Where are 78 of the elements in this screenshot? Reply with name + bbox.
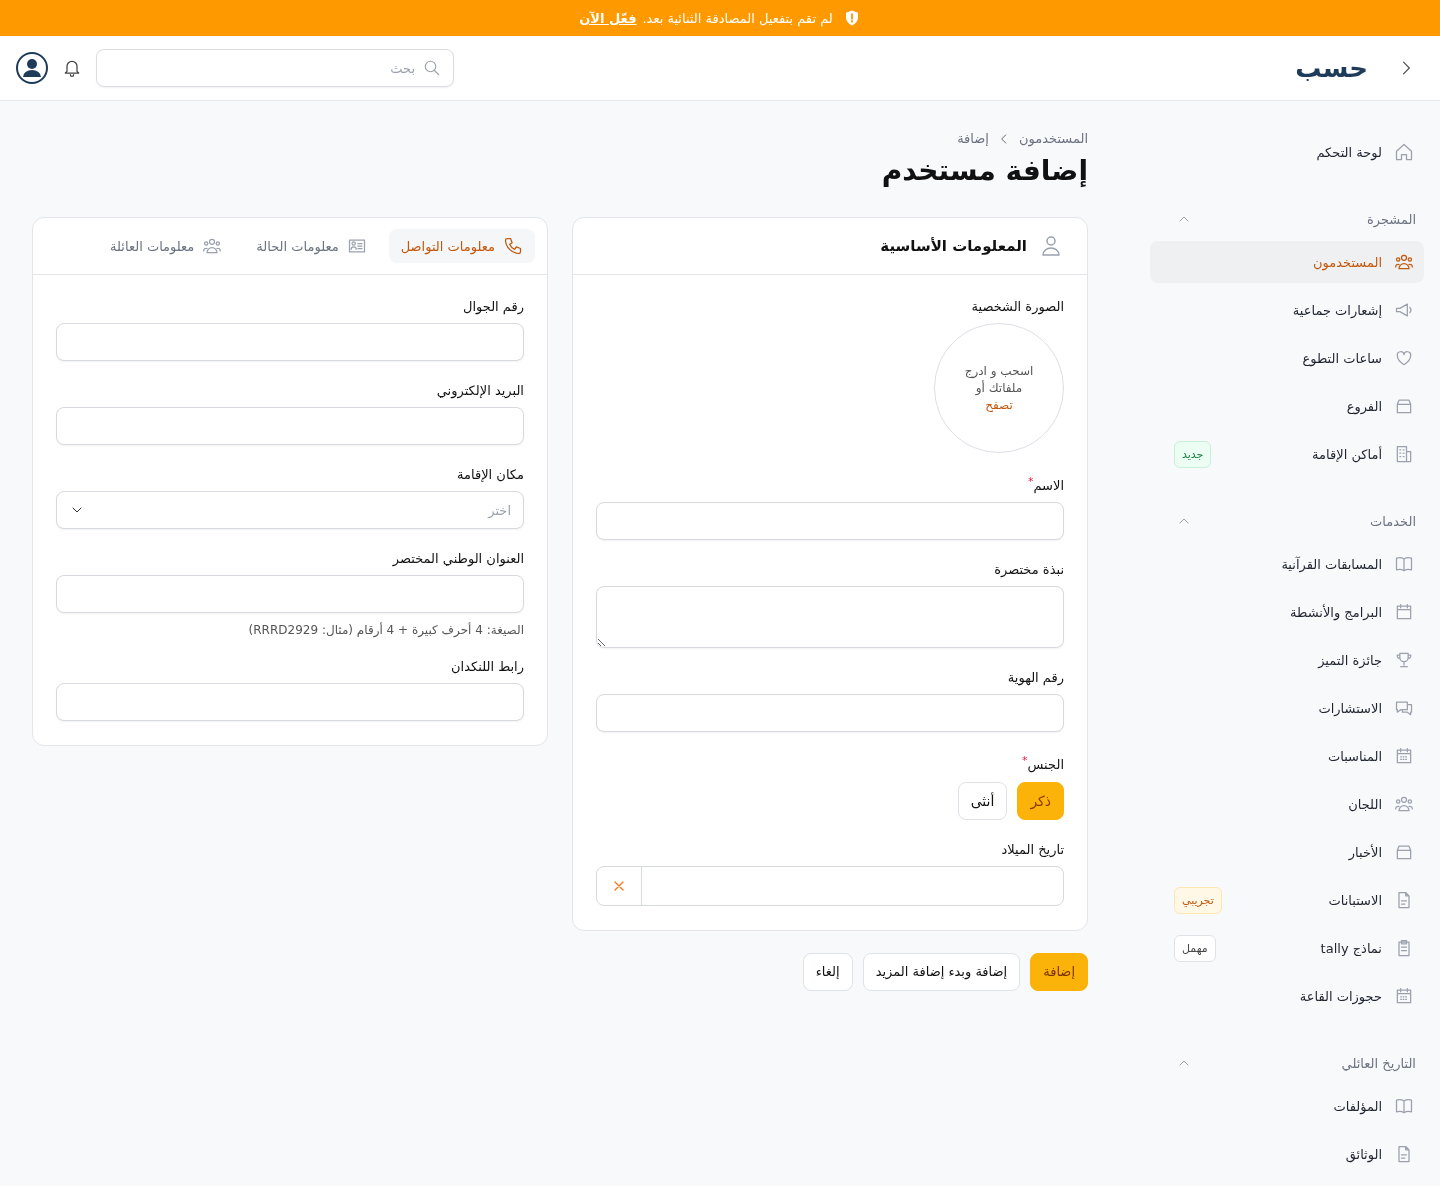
field-label: الصورة الشخصية — [971, 299, 1064, 314]
sidebar-item[interactable]: الاستبانات تجريبي — [1150, 879, 1424, 921]
sidebar-item[interactable]: إشعارات جماعية — [1150, 289, 1424, 331]
calendar-grid-icon — [1394, 746, 1414, 766]
textarea-field[interactable] — [596, 586, 1064, 649]
sidebar-item[interactable]: المستخدمون — [1150, 241, 1424, 283]
input-field[interactable] — [56, 407, 524, 445]
sidebar-item[interactable]: أماكن الإقامة جديد — [1150, 433, 1424, 475]
section-heading: التاريخ العائلي — [1341, 1055, 1416, 1071]
action-button[interactable]: إلغاء — [802, 952, 853, 991]
submit-button[interactable]: إضافة — [1030, 952, 1088, 991]
field-label: مكان الإقامة — [457, 467, 524, 482]
house-icon — [1394, 142, 1414, 162]
book-icon — [1394, 1096, 1414, 1116]
input-field[interactable] — [596, 694, 1064, 733]
sidebar-item[interactable]: المؤلفات — [1150, 1085, 1424, 1127]
field-label: تاريخ الميلاد — [1001, 841, 1064, 857]
field-label: العنوان الوطني المختصر — [392, 551, 524, 566]
action-button[interactable]: إضافة وبدء إضافة المزيد — [862, 952, 1021, 991]
breadcrumb-link[interactable]: المستخدمون — [1018, 131, 1088, 146]
status-badge: مهمل — [1174, 934, 1216, 962]
gender-option[interactable]: ذكر — [1017, 781, 1064, 820]
sidebar-item[interactable]: المناسبات — [1150, 735, 1424, 777]
card-title: المعلومات الأساسية — [880, 237, 1027, 255]
tab[interactable]: معلومات الحالة — [244, 229, 379, 263]
tab[interactable]: معلومات التواصل — [388, 229, 535, 263]
field-label: رقم الهوية — [1007, 670, 1064, 686]
sidebar-item[interactable]: نماذج tally مهمل — [1150, 927, 1424, 969]
breadcrumb-current: إضافة — [957, 131, 989, 146]
sidebar-item[interactable]: المسابقات القرآنية — [1150, 543, 1424, 585]
people-icon — [1394, 794, 1414, 814]
sidebar-item[interactable]: حجوزات القاعة — [1150, 975, 1424, 1017]
sidebar-item[interactable]: الأخبار — [1150, 831, 1424, 873]
section-heading: المشجرة — [1366, 211, 1416, 227]
logo[interactable]: حسب — [1295, 53, 1368, 83]
trophy-icon — [1394, 650, 1414, 670]
field-label: الاسم$^{*}$ — [1028, 475, 1064, 494]
avatar-icon[interactable] — [16, 52, 48, 84]
status-badge: جديد — [1174, 440, 1212, 468]
field-label: رابط اللنكدان — [451, 659, 524, 674]
field-hint: الصيغة: 4 أحرف كبيرة + 4 أرقام (مثال: RRRD2929) — [248, 623, 524, 637]
gender-option[interactable]: أنثى — [957, 781, 1008, 820]
dropzone-text: اسحب و ادرج — [964, 364, 1034, 378]
sidebar-item[interactable]: الاستشارات — [1150, 687, 1424, 729]
sidebar-item[interactable]: لوحة التحكم — [1150, 131, 1424, 173]
input-field[interactable] — [596, 502, 1064, 541]
date-field[interactable] — [596, 865, 1064, 906]
sidebar-item[interactable]: جائزة التميز — [1150, 639, 1424, 681]
search-icon — [423, 59, 441, 77]
calendar-icon — [1394, 602, 1414, 622]
browse-link[interactable]: تصفح — [985, 398, 1013, 412]
bell-icon[interactable] — [62, 58, 82, 78]
input-field[interactable] — [56, 683, 524, 721]
book-icon — [1394, 554, 1414, 574]
input-field[interactable] — [56, 323, 524, 361]
banner-message: لم تقم بتفعيل المصادقة الثنائية بعد. — [642, 10, 833, 26]
field-label: الجنس$^{*}$ — [1022, 754, 1064, 773]
phone-icon — [503, 236, 523, 256]
dropzone-text: ملفاتك أو — [975, 381, 1023, 395]
calendar-grid-icon — [1394, 986, 1414, 1006]
status-badge: تجريبي — [1174, 886, 1222, 914]
section-heading: الخدمات — [1370, 513, 1416, 529]
sidebar-item[interactable]: البرامج والأنشطة — [1150, 591, 1424, 633]
tab[interactable]: معلومات العائلة — [98, 229, 235, 263]
field-label: رقم الجوال — [463, 299, 524, 314]
page-title: إضافة مستخدم — [880, 154, 1088, 187]
sidebar-item[interactable]: اللجان — [1150, 783, 1424, 825]
sidebar-item[interactable]: الوثائق — [1150, 1133, 1424, 1175]
sidebar-item[interactable]: الفروع — [1150, 385, 1424, 427]
input-field[interactable] — [56, 575, 524, 613]
people-icon — [1394, 252, 1414, 272]
field-label: البريد الإلكتروني — [436, 383, 524, 398]
user-icon — [1039, 234, 1063, 258]
heart-icon — [1394, 348, 1414, 368]
sidebar-item[interactable]: ساعات التطوع — [1150, 337, 1424, 379]
people-icon — [202, 236, 223, 256]
field-label: نبذة مختصرة — [994, 562, 1064, 578]
building-icon — [1394, 444, 1414, 464]
